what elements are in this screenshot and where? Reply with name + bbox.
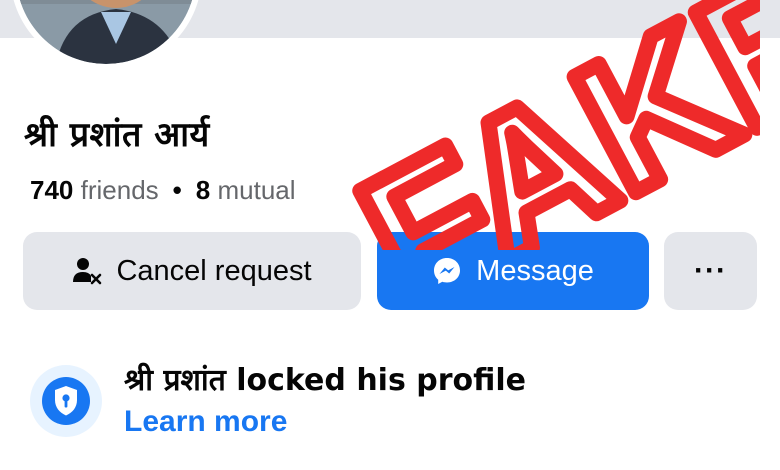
learn-more-link[interactable]: Learn more (124, 405, 287, 439)
more-options-button[interactable]: ··· (664, 232, 757, 310)
avatar[interactable] (10, 0, 202, 70)
mutual-count: 8 (195, 175, 211, 205)
message-label: Message (476, 254, 594, 287)
more-dots-icon: ··· (694, 254, 727, 287)
message-button[interactable]: Message (377, 232, 649, 310)
cancel-request-label: Cancel request (116, 254, 312, 287)
profile-photo (16, 0, 196, 64)
stats-separator: • (172, 175, 182, 205)
friends-label: friends (80, 175, 159, 205)
profile-name: श्री प्रशांत आर्य (24, 115, 210, 155)
friends-summary[interactable]: 740 friends • 8 mutual (30, 175, 296, 206)
person-remove-icon (72, 256, 102, 286)
shield-lock-badge (30, 365, 102, 437)
locked-profile-text: श्री प्रशांत locked his profile (124, 363, 527, 398)
cancel-request-button[interactable]: Cancel request (23, 232, 361, 310)
messenger-icon (432, 256, 462, 286)
mutual-label: mutual (217, 175, 296, 205)
shield-lock-icon (42, 377, 90, 425)
friends-count: 740 (30, 175, 74, 205)
